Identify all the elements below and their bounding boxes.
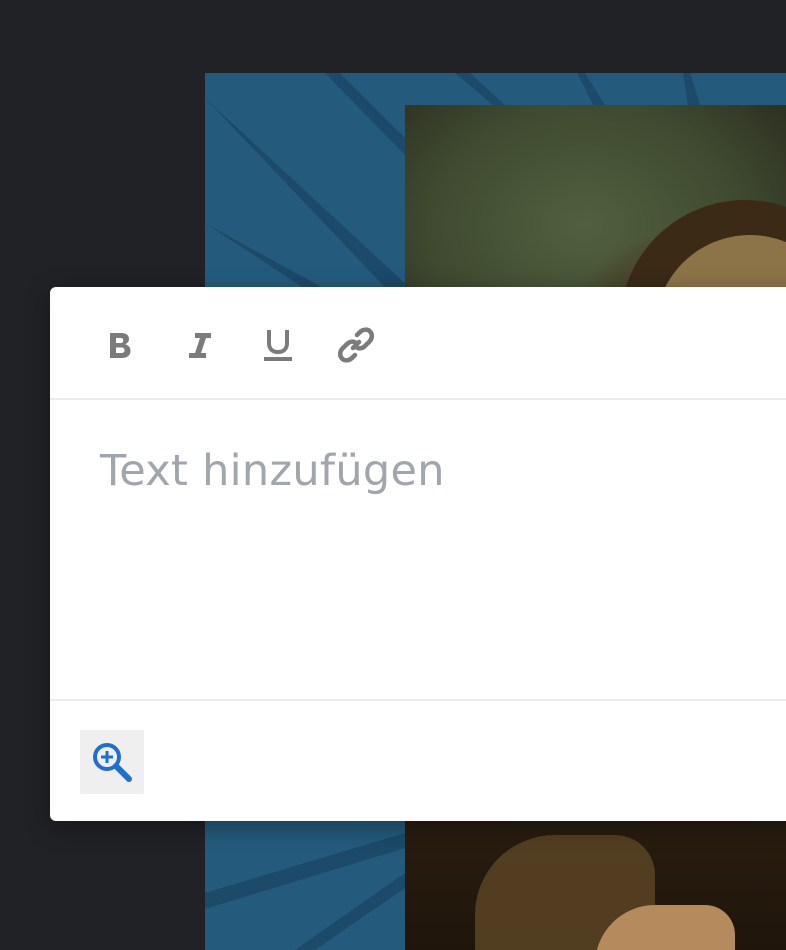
underline-icon [264, 330, 292, 361]
bold-button[interactable] [100, 325, 140, 365]
text-input-area[interactable]: Text hinzufügen [50, 400, 786, 698]
italic-icon [189, 333, 211, 358]
editor-footer [50, 699, 786, 823]
zoom-in-button[interactable] [80, 730, 144, 794]
link-icon [337, 327, 375, 363]
link-button[interactable] [336, 325, 376, 365]
italic-button[interactable] [180, 325, 220, 365]
underline-button[interactable] [258, 325, 298, 365]
zoom-in-icon [93, 743, 132, 782]
bold-icon [110, 333, 131, 358]
text-placeholder: Text hinzufügen [100, 446, 445, 496]
formatting-toolbar [50, 287, 786, 400]
text-editor-dialog: Text hinzufügen [50, 287, 786, 821]
